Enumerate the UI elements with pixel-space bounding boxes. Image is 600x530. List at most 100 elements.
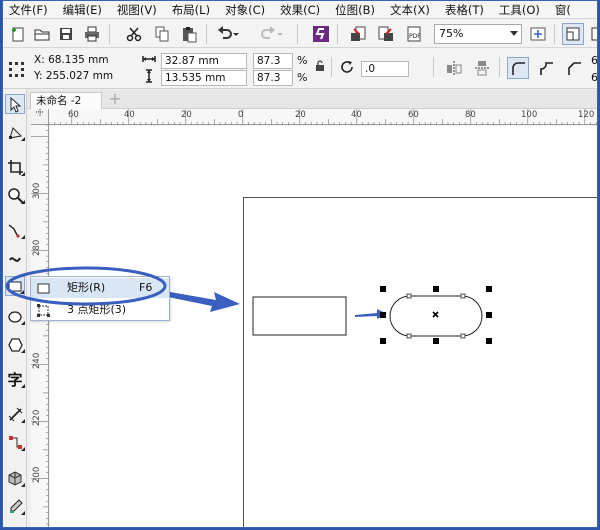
menu-item[interactable]: 对象(C): [219, 2, 271, 18]
paste-icon[interactable]: [178, 23, 200, 45]
vertical-ruler[interactable]: 300280260240220200: [31, 125, 49, 527]
redo-dropdown-icon[interactable]: [275, 23, 285, 45]
zoom-value: 75%: [439, 27, 464, 40]
selection-handle: [486, 312, 492, 318]
publish-pdf-icon[interactable]: PDF: [403, 23, 425, 45]
undo-dropdown-icon[interactable]: [231, 23, 241, 45]
corner-value-1: 6: [591, 54, 598, 67]
y-position-field[interactable]: Y: 255.027 mm: [31, 69, 131, 85]
open-icon[interactable]: [31, 23, 53, 45]
ruler-label: 200: [32, 466, 42, 483]
property-bar: X: 68.135 mm Y: 255.027 mm 32.87 mm 13.5…: [3, 49, 598, 89]
menu-item[interactable]: 视图(V): [111, 2, 163, 18]
new-icon[interactable]: [7, 23, 29, 45]
chamfer-corner-icon[interactable]: [563, 57, 585, 79]
rectangle-tool-icon[interactable]: [5, 276, 25, 296]
flyout-item-rectangle[interactable]: 矩形(R) F6: [31, 278, 169, 298]
document-tab[interactable]: 未命名 -2: [30, 92, 102, 109]
canvas-drawing: [168, 286, 492, 344]
flyout-item-label: 3 点矩形(3): [67, 303, 127, 316]
ruler-label: 240: [32, 352, 42, 369]
parallel-dimension-icon[interactable]: [5, 404, 25, 424]
flyout-item-shortcut: F6: [139, 281, 153, 294]
drawing-canvas[interactable]: [50, 126, 597, 527]
menu-item[interactable]: 效果(C): [274, 2, 326, 18]
menu-item[interactable]: 位图(B): [329, 2, 381, 18]
import-icon[interactable]: [347, 23, 369, 45]
x-position-field[interactable]: X: 68.135 mm: [31, 53, 131, 69]
ruler-label: 300: [32, 182, 42, 199]
menu-item[interactable]: 布局(L): [166, 2, 216, 18]
height-icon: [142, 69, 156, 83]
ruler-origin[interactable]: [31, 109, 49, 125]
full-screen-icon[interactable]: [527, 23, 549, 45]
menu-item[interactable]: 工具(O): [493, 2, 546, 18]
selection-handle: [433, 338, 439, 344]
object-origin-icon[interactable]: [5, 58, 27, 80]
selection-handle: [380, 338, 386, 344]
corner-node: [406, 293, 412, 299]
selection-handle: [380, 312, 386, 318]
copy-icon[interactable]: [151, 23, 173, 45]
snap-icon[interactable]: [562, 23, 584, 45]
export-icon[interactable]: [375, 23, 397, 45]
selection-handle: [380, 286, 386, 292]
mirror-horizontal-icon[interactable]: [443, 57, 465, 79]
cut-icon[interactable]: [123, 23, 145, 45]
toolbox: 字: [3, 90, 27, 527]
height-field[interactable]: 13.535 mm: [161, 70, 247, 86]
menu-item[interactable]: 文件(F): [3, 2, 54, 18]
corner-node: [460, 333, 466, 339]
three-point-rectangle-icon: [37, 304, 50, 317]
ruler-label: 40: [124, 110, 135, 120]
menu-item[interactable]: 文本(X): [384, 2, 436, 18]
app-window: 文件(F) 编辑(E) 视图(V) 布局(L) 对象(C) 效果(C) 位图(B) 文本(X)…: [2, 0, 598, 528]
ellipse-tool-icon[interactable]: [5, 306, 25, 326]
artistic-media-icon[interactable]: [5, 248, 25, 268]
drawn-rectangle: [252, 296, 347, 336]
mirror-vertical-icon[interactable]: [471, 57, 493, 79]
horizontal-ruler[interactable]: 60 40 20 0 20 40 60 80 100 120: [49, 109, 597, 125]
scale-y-unit: %: [297, 71, 308, 84]
freehand-tool-icon[interactable]: [5, 220, 25, 240]
app-launcher-icon[interactable]: [310, 23, 332, 45]
scale-y-field[interactable]: 87.3: [253, 70, 293, 86]
menu-item[interactable]: 窗(: [549, 2, 577, 18]
connector-tool-icon[interactable]: [5, 432, 25, 452]
lock-ratio-icon[interactable]: [313, 58, 327, 74]
save-icon[interactable]: [55, 23, 77, 45]
corner-value-2: 6: [591, 71, 598, 84]
ruler-label: 80: [465, 110, 476, 120]
text-tool-icon[interactable]: 字: [5, 369, 25, 389]
ruler-label: 120: [578, 110, 595, 120]
eyedropper-icon[interactable]: [5, 496, 25, 516]
zoom-tool-icon[interactable]: [5, 185, 25, 205]
pick-tool-icon[interactable]: [5, 94, 25, 114]
ruler-label: 0: [238, 110, 244, 120]
rotation-field[interactable]: .0: [361, 61, 409, 77]
selection-handle: [486, 338, 492, 344]
corner-node: [460, 293, 466, 299]
ruler-label: 280: [32, 239, 42, 256]
crop-tool-icon[interactable]: [5, 157, 25, 177]
menu-item[interactable]: 编辑(E): [57, 2, 108, 18]
zoom-select[interactable]: 75%: [434, 24, 522, 44]
rotate-icon: [339, 58, 357, 76]
drop-shadow-icon[interactable]: [5, 468, 25, 488]
scallop-corner-icon[interactable]: [535, 57, 557, 79]
print-icon[interactable]: [81, 23, 103, 45]
add-tab-icon[interactable]: +: [107, 91, 123, 108]
menu-item[interactable]: 表格(T): [439, 2, 490, 18]
selection-handle: [433, 286, 439, 292]
scale-x-field[interactable]: 87.3: [253, 53, 293, 69]
ruler-label: 20: [181, 110, 192, 120]
rectangle-tool-flyout: 矩形(R) F6 3 点矩形(3): [30, 276, 170, 321]
options-icon[interactable]: [587, 23, 597, 45]
flyout-item-3pt-rectangle[interactable]: 3 点矩形(3): [31, 300, 169, 320]
round-corner-icon[interactable]: [507, 57, 529, 79]
width-icon: [142, 52, 156, 66]
width-field[interactable]: 32.87 mm: [161, 53, 247, 69]
shape-tool-icon[interactable]: [5, 122, 25, 142]
polygon-tool-icon[interactable]: [5, 334, 25, 354]
ruler-label: 60: [68, 110, 79, 120]
